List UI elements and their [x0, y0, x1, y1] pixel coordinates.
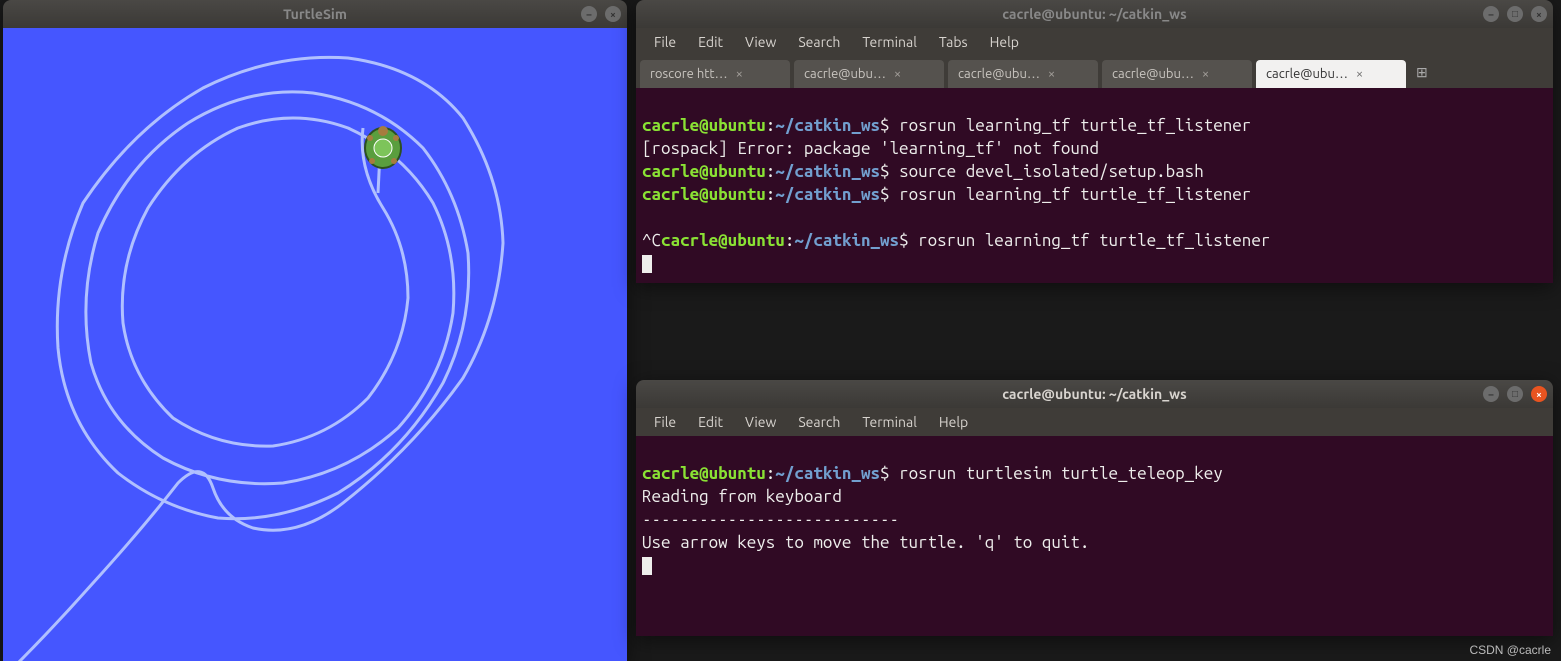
- terminal2-window: cacrle@ubuntu: ~/catkin_ws – □ × File Ed…: [636, 380, 1553, 636]
- menu-edit[interactable]: Edit: [688, 410, 733, 434]
- menu-tabs[interactable]: Tabs: [929, 30, 978, 54]
- cursor: [642, 557, 652, 575]
- minimize-icon[interactable]: –: [1483, 386, 1499, 402]
- window-title: TurtleSim: [283, 6, 347, 22]
- menu-help[interactable]: Help: [980, 30, 1029, 54]
- menu-terminal[interactable]: Terminal: [852, 30, 927, 54]
- titlebar[interactable]: TurtleSim – ×: [3, 0, 627, 28]
- tab-roscore[interactable]: roscore htt… ×: [640, 60, 790, 88]
- prompt-user: cacrle@ubuntu: [642, 464, 766, 483]
- tab-close-icon[interactable]: ×: [1048, 67, 1055, 81]
- prompt-colon: :: [766, 162, 776, 181]
- prompt-colon: :: [766, 116, 776, 135]
- command-text: $ rosrun learning_tf turtle_tf_listener: [880, 185, 1251, 204]
- tab-close-icon[interactable]: ×: [894, 67, 901, 81]
- prompt-path: ~/catkin_ws: [775, 464, 880, 483]
- prompt-colon: :: [785, 231, 795, 250]
- menu-file[interactable]: File: [644, 30, 686, 54]
- prompt-path: ~/catkin_ws: [775, 116, 880, 135]
- tab-close-icon[interactable]: ×: [736, 67, 743, 81]
- menu-view[interactable]: View: [735, 410, 786, 434]
- tab-label: cacrle@ubu…: [1266, 67, 1348, 81]
- window-controls: – □ ×: [1483, 6, 1547, 22]
- menu-file[interactable]: File: [644, 410, 686, 434]
- command-text: $ rosrun turtlesim turtle_teleop_key: [880, 464, 1223, 483]
- maximize-icon[interactable]: □: [1507, 6, 1523, 22]
- output-text: ---------------------------: [642, 510, 899, 529]
- command-text: $ rosrun learning_tf turtle_tf_listener: [880, 116, 1251, 135]
- tab-label: cacrle@ubu…: [1112, 67, 1194, 81]
- menu-search[interactable]: Search: [788, 410, 850, 434]
- tab-close-icon[interactable]: ×: [1356, 67, 1363, 81]
- prompt-user: cacrle@ubuntu: [642, 185, 766, 204]
- turtlesim-window: TurtleSim – ×: [3, 0, 627, 661]
- watermark: CSDN @cacrle: [1469, 643, 1551, 657]
- tab-cacrle-2[interactable]: cacrle@ubu… ×: [948, 60, 1098, 88]
- terminal1-window: cacrle@ubuntu: ~/catkin_ws – □ × File Ed…: [636, 0, 1553, 283]
- menu-search[interactable]: Search: [788, 30, 850, 54]
- menu-terminal[interactable]: Terminal: [852, 410, 927, 434]
- menu-help[interactable]: Help: [929, 410, 978, 434]
- tab-cacrle-1[interactable]: cacrle@ubu… ×: [794, 60, 944, 88]
- minimize-icon[interactable]: –: [1483, 6, 1499, 22]
- window-title: cacrle@ubuntu: ~/catkin_ws: [1002, 386, 1186, 402]
- command-text: $ rosrun learning_tf turtle_tf_listener: [899, 231, 1270, 250]
- close-icon[interactable]: ×: [605, 6, 621, 22]
- tab-label: roscore htt…: [650, 67, 728, 81]
- turtlesim-canvas: [3, 28, 627, 661]
- prompt-colon: :: [766, 185, 776, 204]
- window-controls: – ×: [581, 6, 621, 22]
- close-icon[interactable]: ×: [1531, 386, 1547, 402]
- minimize-icon[interactable]: –: [581, 6, 597, 22]
- menubar: File Edit View Search Terminal Help: [636, 408, 1553, 436]
- tab-label: cacrle@ubu…: [804, 67, 886, 81]
- titlebar[interactable]: cacrle@ubuntu: ~/catkin_ws – □ ×: [636, 380, 1553, 408]
- tab-cacrle-3[interactable]: cacrle@ubu… ×: [1102, 60, 1252, 88]
- tab-cacrle-4[interactable]: cacrle@ubu… ×: [1256, 60, 1406, 88]
- menu-view[interactable]: View: [735, 30, 786, 54]
- maximize-icon[interactable]: □: [1507, 386, 1523, 402]
- terminal-body[interactable]: cacrle@ubuntu:~/catkin_ws$ rosrun turtle…: [636, 436, 1553, 636]
- tabbar: roscore htt… × cacrle@ubu… × cacrle@ubu……: [636, 56, 1553, 88]
- titlebar[interactable]: cacrle@ubuntu: ~/catkin_ws – □ ×: [636, 0, 1553, 28]
- prompt-user: cacrle@ubuntu: [642, 116, 766, 135]
- turtle-path: [3, 28, 627, 661]
- menu-edit[interactable]: Edit: [688, 30, 733, 54]
- prompt-user: cacrle@ubuntu: [661, 231, 785, 250]
- menubar: File Edit View Search Terminal Tabs Help: [636, 28, 1553, 56]
- tab-close-icon[interactable]: ×: [1202, 67, 1209, 81]
- close-icon[interactable]: ×: [1531, 6, 1547, 22]
- error-text: [rospack] Error: package 'learning_tf' n…: [642, 139, 1099, 158]
- tab-add-icon[interactable]: ⊞: [1410, 56, 1434, 88]
- prompt-colon: :: [766, 464, 776, 483]
- ctrl-c: ^C: [642, 231, 661, 250]
- prompt-path: ~/catkin_ws: [775, 185, 880, 204]
- tab-label: cacrle@ubu…: [958, 67, 1040, 81]
- output-text: Use arrow keys to move the turtle. 'q' t…: [642, 533, 1089, 552]
- output-text: Reading from keyboard: [642, 487, 842, 506]
- terminal-body[interactable]: cacrle@ubuntu:~/catkin_ws$ rosrun learni…: [636, 88, 1553, 283]
- prompt-path: ~/catkin_ws: [794, 231, 899, 250]
- window-title: cacrle@ubuntu: ~/catkin_ws: [1002, 6, 1186, 22]
- prompt-path: ~/catkin_ws: [775, 162, 880, 181]
- command-text: $ source devel_isolated/setup.bash: [880, 162, 1204, 181]
- window-controls: – □ ×: [1483, 386, 1547, 402]
- cursor: [642, 255, 652, 273]
- prompt-user: cacrle@ubuntu: [642, 162, 766, 181]
- turtle-icon: [358, 123, 408, 173]
